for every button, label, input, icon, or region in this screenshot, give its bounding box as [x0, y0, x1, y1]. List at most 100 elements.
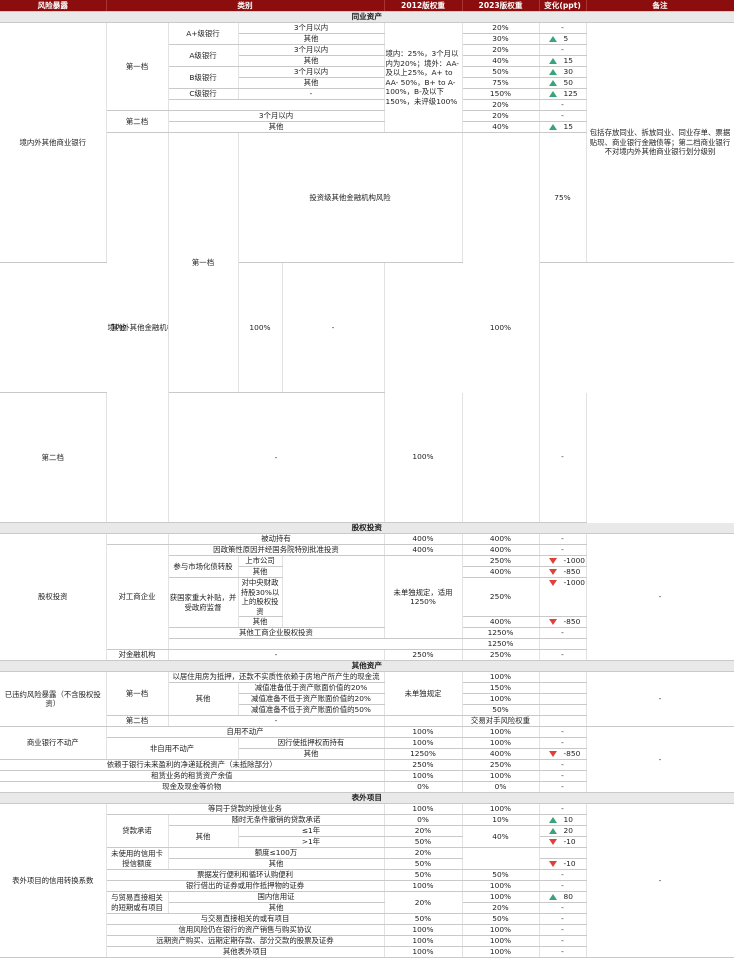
table-cell: 50%	[384, 836, 463, 848]
change-value: -10	[563, 837, 576, 846]
table-cell: 租赁业务的租赁资产余值	[0, 770, 385, 782]
table-cell: A+级银行	[168, 22, 239, 45]
change-cell: -	[539, 924, 587, 936]
table-cell	[168, 638, 463, 650]
header-category: 类别	[106, 0, 385, 12]
change-cell: -1000	[539, 555, 587, 567]
table-cell: 10%	[462, 814, 540, 826]
section-title: 股权投资	[0, 522, 734, 534]
table-cell: 400%	[384, 533, 463, 545]
change-value: -850	[563, 749, 581, 758]
change-cell: 125	[539, 88, 587, 100]
table-cell: 非自用不动产	[106, 737, 239, 760]
change-cell: 20	[539, 825, 587, 837]
table-cell: 20%	[462, 44, 540, 56]
table-cell: -	[586, 533, 734, 661]
decrease-arrow-icon	[548, 580, 557, 586]
table-cell: 50%	[462, 704, 540, 716]
table-cell: 未单独规定，适用1250%	[384, 555, 463, 639]
table-cell: 150%	[462, 88, 540, 100]
section-header-row: 其他资产	[0, 660, 734, 672]
table-cell: 3个月以内	[238, 66, 385, 78]
table-cell: 等同于贷款的授信业务	[106, 803, 385, 815]
table-cell: 与贸易直接相关的短期或有项目	[106, 891, 169, 914]
table-cell: 投资级其他金融机构风险	[238, 132, 463, 263]
table-cell: 第一档	[106, 671, 169, 716]
table-cell: 因行使抵押权而持有	[238, 737, 385, 749]
change-value: -1000	[563, 578, 585, 587]
change-value: -10	[563, 859, 576, 868]
table-cell: 其他	[238, 566, 283, 578]
table-cell: 20%	[384, 847, 463, 859]
change-value: 125	[563, 89, 578, 98]
table-cell: 100%	[462, 946, 540, 958]
change-value: 20	[563, 826, 573, 835]
table-cell: 第一档	[106, 22, 169, 111]
table-cell	[539, 847, 587, 859]
table-cell: 400%	[462, 616, 540, 628]
table-cell: 50%	[384, 858, 463, 870]
table-cell: 现金及现金等价物	[0, 781, 385, 793]
table-cell: 100%	[384, 924, 463, 936]
table-cell: -	[168, 392, 385, 523]
change-cell: -	[539, 392, 587, 523]
table-cell	[539, 715, 587, 727]
table-cell: -	[586, 671, 734, 727]
table-cell	[282, 555, 385, 628]
table-cell: 20%	[462, 22, 540, 34]
change-cell: -	[539, 44, 587, 56]
table-cell: 以居住用房为抵押，还款不实质性依赖于房地产所产生的现金流	[168, 671, 385, 683]
table-cell: 贷款承诺	[106, 814, 169, 848]
table-cell: C级银行	[168, 88, 239, 100]
change-cell: -	[539, 880, 587, 892]
table-cell: 参与市场化债转股	[168, 555, 239, 578]
table-cell: -	[168, 649, 385, 661]
increase-arrow-icon	[548, 91, 557, 97]
change-cell: -850	[539, 566, 587, 578]
table-cell: 表外项目的信用转换系数	[0, 803, 107, 958]
change-cell: -	[539, 737, 587, 749]
section-header-row: 表外项目	[0, 792, 734, 804]
table-cell: 400%	[462, 544, 540, 556]
table-cell: 国内信用证	[168, 891, 385, 903]
change-cell: -	[539, 869, 587, 881]
table-cell: 已违约风险暴露（不含股权投资）	[0, 671, 107, 727]
change-cell: -	[539, 22, 587, 34]
table-cell: 50%	[384, 869, 463, 881]
change-cell: 10	[539, 814, 587, 826]
table-cell: 20%	[462, 110, 540, 122]
table-cell: 40%	[462, 121, 540, 133]
section-title: 同业资产	[0, 11, 734, 23]
change-cell: 30	[539, 66, 587, 78]
table-cell: 境内外其他商业银行	[0, 22, 107, 263]
decrease-arrow-icon	[548, 619, 557, 625]
table-cell	[539, 638, 587, 650]
table-cell: -	[238, 88, 385, 100]
change-cell: -	[539, 781, 587, 793]
table-cell: 100%	[462, 803, 540, 815]
table-header-row: 风险暴露 类别 2012版权重 2023版权重 变化(ppt) 备注	[0, 0, 734, 12]
table-cell: 远期资产购买、远期定期存款、部分交款的股票及证券	[106, 935, 385, 947]
table-cell: 第二档	[0, 392, 107, 523]
decrease-arrow-icon	[548, 569, 557, 575]
table-cell	[539, 671, 587, 683]
change-cell: -	[539, 902, 587, 914]
change-cell: -	[539, 946, 587, 958]
table-cell: 100%	[462, 693, 540, 705]
table-cell: 3个月以内	[168, 110, 385, 122]
table-cell: 250%	[462, 649, 540, 661]
table-cell: 股权投资	[0, 533, 107, 661]
table-cell: 其他	[238, 33, 385, 45]
table-cell: 其他	[168, 902, 385, 914]
change-cell: 50	[539, 77, 587, 89]
table-cell: 75%	[539, 132, 587, 263]
table-cell: 与交易直接相关的或有项目	[106, 913, 385, 925]
table-cell: 其他	[238, 748, 385, 760]
decrease-arrow-icon	[548, 558, 557, 564]
change-cell: -	[539, 627, 587, 639]
table-cell	[539, 704, 587, 716]
table-cell: 商业银行不动产	[0, 726, 107, 760]
table-cell: 交易对手风险权重	[462, 715, 540, 727]
table-cell	[384, 715, 463, 727]
table-cell: 对金融机构	[106, 649, 169, 661]
